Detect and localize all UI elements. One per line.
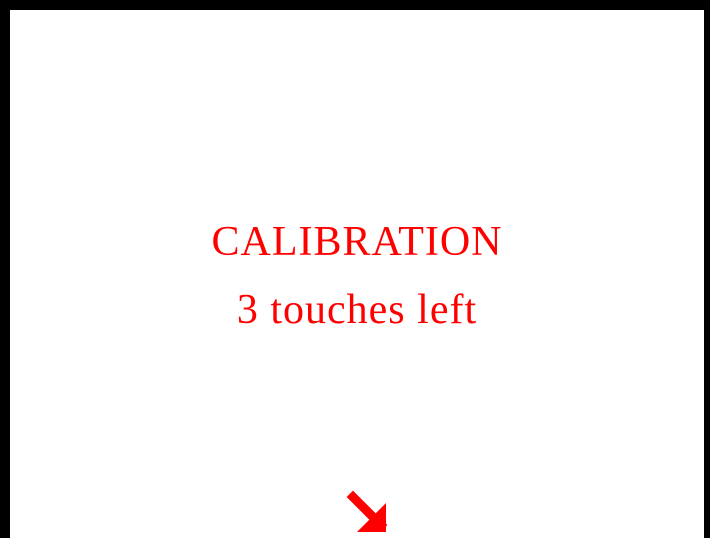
touches-left-status: 3 touches left xyxy=(236,287,478,333)
calibration-title: CALIBRATION xyxy=(211,219,503,265)
calibration-screen[interactable]: CALIBRATION 3 touches left xyxy=(10,10,704,538)
arrow-down-right-icon[interactable] xyxy=(344,490,392,538)
